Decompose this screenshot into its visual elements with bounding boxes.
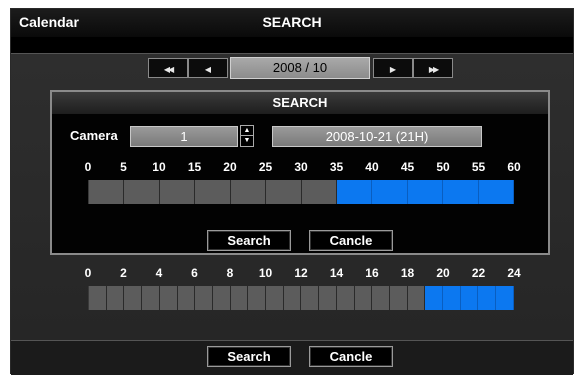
minute-slot[interactable] [230, 180, 267, 204]
hour-slot[interactable] [407, 286, 426, 310]
hour-slot[interactable] [496, 286, 514, 310]
hour-slot[interactable] [212, 286, 231, 310]
tick-label: 25 [258, 160, 273, 174]
hour-slot[interactable] [106, 286, 125, 310]
previous-month-button[interactable]: ◀ [188, 58, 228, 78]
double-chevron-right-icon: ▶▶ [428, 65, 439, 74]
hour-slot[interactable] [283, 286, 302, 310]
minute-slot[interactable] [478, 180, 515, 204]
camera-stepper[interactable]: ▲ ▼ [240, 125, 254, 147]
hour-slot[interactable] [478, 286, 497, 310]
hour-slot[interactable] [89, 286, 107, 310]
hour-slot[interactable] [230, 286, 249, 310]
hour-slot[interactable] [389, 286, 408, 310]
hour-slot[interactable] [425, 286, 444, 310]
tick-label: 22 [471, 266, 486, 280]
tick-label: 12 [294, 266, 308, 280]
minute-slot[interactable] [89, 180, 125, 204]
tick-label: 0 [84, 160, 92, 174]
hour-slot[interactable] [319, 286, 337, 310]
stepper-up-icon[interactable]: ▲ [241, 126, 253, 136]
title-separator [11, 37, 573, 53]
minute-slot[interactable] [301, 180, 337, 204]
tick-label: 40 [365, 160, 379, 174]
hour-slot[interactable] [248, 286, 267, 310]
minute-slot[interactable] [336, 180, 373, 204]
tick-label: 10 [152, 160, 166, 174]
minute-scale: 0 5 10 15 20 25 30 35 40 45 50 55 60 [85, 160, 521, 174]
double-chevron-left-icon: ◀◀ [163, 65, 174, 74]
tick-label: 8 [226, 266, 234, 280]
hour-slot[interactable] [177, 286, 196, 310]
tick-label: 18 [400, 266, 415, 280]
dialog-cancel-button[interactable]: Cancle [309, 230, 393, 251]
hour-slot[interactable] [301, 286, 320, 310]
tick-label: 10 [258, 266, 273, 280]
footer-bar [11, 341, 573, 375]
minute-slot[interactable] [407, 180, 444, 204]
tick-label: 45 [400, 160, 415, 174]
tick-label: 15 [187, 160, 202, 174]
tick-label: 24 [507, 266, 521, 280]
date-hour-field[interactable]: 2008-10-21 (21H) [272, 126, 482, 147]
minute-slot[interactable] [195, 180, 231, 204]
hour-slot[interactable] [159, 286, 178, 310]
hour-scale: 0 2 4 6 8 10 12 14 16 18 20 22 24 [85, 266, 521, 280]
hour-slot[interactable] [354, 286, 373, 310]
minute-timeline[interactable] [88, 180, 515, 204]
tick-label: 60 [507, 160, 521, 174]
minute-slot[interactable] [124, 180, 160, 204]
tick-label: 16 [365, 266, 379, 280]
minute-slot[interactable] [443, 180, 479, 204]
tick-label: 6 [191, 266, 198, 280]
hour-slot[interactable] [124, 286, 143, 310]
hour-slot[interactable] [443, 286, 461, 310]
tick-label: 5 [120, 160, 127, 174]
minute-slot[interactable] [372, 180, 408, 204]
camera-select[interactable]: 1 [130, 126, 238, 147]
tick-label: 4 [155, 266, 163, 280]
month-display: 2008 / 10 [230, 57, 370, 79]
screen-title: SEARCH [262, 14, 322, 30]
tick-label: 14 [329, 266, 344, 280]
hour-slot[interactable] [372, 286, 390, 310]
hour-timeline[interactable] [88, 286, 514, 310]
tick-label: 2 [120, 266, 127, 280]
last-page-button[interactable]: ▶▶ [413, 58, 453, 78]
tick-label: 50 [436, 160, 450, 174]
chevron-right-icon: ▶ [389, 65, 397, 74]
tick-label: 20 [223, 160, 237, 174]
tick-label: 30 [294, 160, 308, 174]
dialog-title: SEARCH [52, 92, 548, 114]
dialog-search-button[interactable]: Search [207, 230, 291, 251]
tick-label: 0 [84, 266, 92, 280]
chevron-left-icon: ◀ [204, 65, 212, 74]
first-page-button[interactable]: ◀◀ [148, 58, 188, 78]
minute-slot[interactable] [266, 180, 302, 204]
hour-slot[interactable] [142, 286, 160, 310]
hour-slot[interactable] [336, 286, 355, 310]
cancel-button[interactable]: Cancle [309, 346, 393, 367]
search-button[interactable]: Search [207, 346, 291, 367]
tick-label: 35 [329, 160, 344, 174]
hour-slot[interactable] [460, 286, 479, 310]
hour-slot[interactable] [195, 286, 213, 310]
camera-label: Camera [70, 128, 118, 143]
hour-slot[interactable] [266, 286, 284, 310]
tick-label: 20 [436, 266, 450, 280]
minute-slot[interactable] [159, 180, 196, 204]
stepper-down-icon[interactable]: ▼ [241, 136, 253, 146]
next-month-button[interactable]: ▶ [373, 58, 413, 78]
title-bar: Calendar SEARCH [11, 9, 573, 37]
tick-label: 55 [471, 160, 486, 174]
